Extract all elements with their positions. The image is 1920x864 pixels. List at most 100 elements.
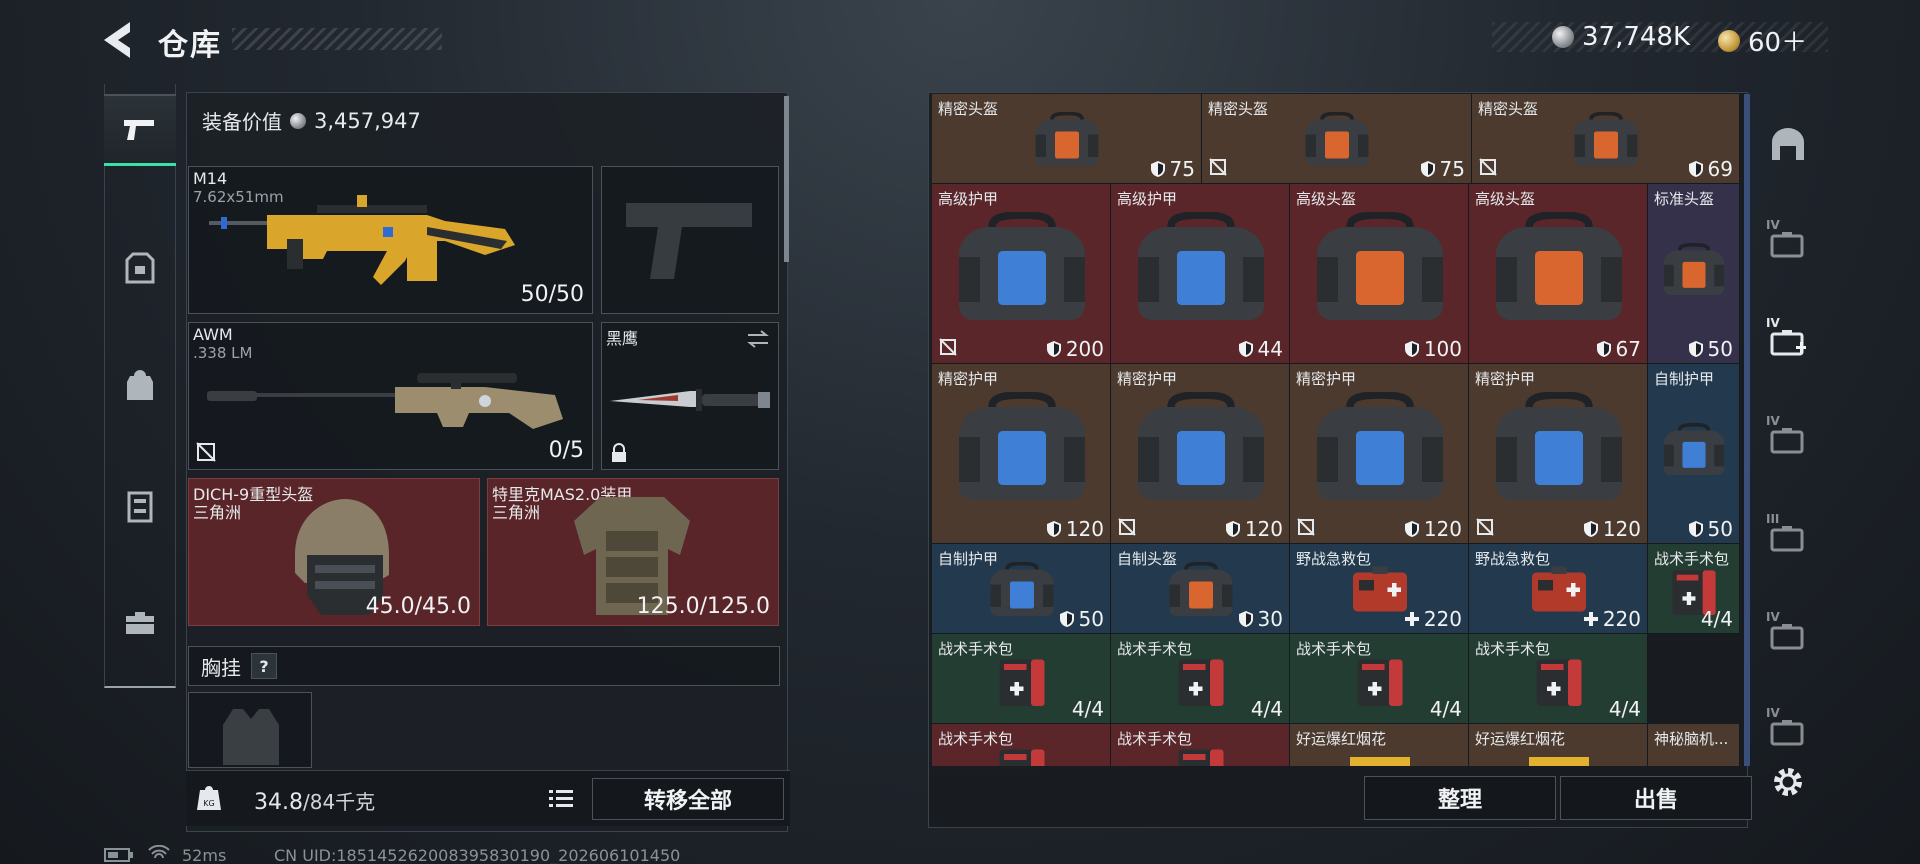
transfer-all-button[interactable]: 转移全部 <box>592 778 784 820</box>
sidebar-tab-armor[interactable] <box>104 232 176 304</box>
storage-item[interactable]: 战术手术包 4/4 <box>1111 634 1290 724</box>
back-button[interactable] <box>100 18 140 62</box>
right-tab-1[interactable]: IV <box>1762 214 1814 266</box>
secondary-weapon-slot[interactable]: AWM .338 LM 0/5 <box>188 322 593 470</box>
storage-item[interactable]: 精密护甲 120 <box>1290 364 1469 544</box>
item-value: 44 <box>1238 337 1283 361</box>
item-value-text: 69 <box>1707 157 1733 181</box>
gear-bag-icon <box>958 392 1085 500</box>
storage-item[interactable]: 高级护甲 200 <box>932 184 1111 364</box>
item-value-text: 4/4 <box>1429 697 1462 721</box>
storage-item[interactable]: 高级护甲 44 <box>1111 184 1290 364</box>
plus-icon <box>1404 612 1419 626</box>
storage-item[interactable]: 精密头盔 75 <box>932 94 1202 184</box>
armor-slot[interactable]: 特里克MAS2.0装甲 三角洲 125.0/125.0 <box>487 478 779 626</box>
equipment-value-amount: 3,457,947 <box>314 108 421 133</box>
gear-bag-icon <box>958 212 1085 320</box>
item-value-text: 220 <box>1423 607 1462 631</box>
item-value-text: 120 <box>1065 517 1104 541</box>
list-icon <box>549 790 573 807</box>
gear-bag-icon <box>1137 212 1264 320</box>
item-name: 精密护甲 <box>1475 370 1536 388</box>
sidebar-tab-container[interactable] <box>104 470 176 542</box>
sell-button[interactable]: 出售 <box>1560 776 1752 820</box>
unrepairable-icon <box>1209 158 1227 176</box>
chest-rig-slot[interactable] <box>188 692 312 768</box>
ping-readout: 52ms <box>182 846 227 864</box>
right-tab-2[interactable]: IV <box>1762 312 1814 364</box>
list-view-button[interactable] <box>544 784 578 814</box>
item-name: 高级护甲 <box>1117 190 1178 208</box>
storage-item[interactable]: 精密护甲 120 <box>932 364 1111 544</box>
storage-item[interactable]: 战术手术包 <box>932 724 1111 766</box>
swap-icon[interactable] <box>746 329 770 349</box>
pistol-silhouette-icon <box>626 203 752 279</box>
equipment-scrollbar[interactable] <box>784 96 789 262</box>
storage-item[interactable]: 精密头盔 69 <box>1472 94 1740 184</box>
tier-label: IV <box>1766 414 1780 428</box>
storage-item[interactable]: 野战急救包 220 <box>1290 544 1469 634</box>
melee-slot[interactable]: 黑鹰 <box>601 322 779 470</box>
pistol-slot[interactable] <box>601 166 779 314</box>
sidebar-tab-case[interactable] <box>104 586 176 658</box>
helmet-slot[interactable]: DICH-9重型头盔 三角洲 45.0/45.0 <box>188 478 480 626</box>
right-tab-4[interactable]: III <box>1762 508 1814 560</box>
item-value: 50 <box>1059 607 1104 631</box>
sidebar-tab-weapons[interactable] <box>104 94 176 166</box>
storage-item[interactable]: 战术手术包 4/4 <box>932 634 1111 724</box>
settings-button[interactable] <box>1762 756 1814 808</box>
storage-item[interactable]: 自制护甲 50 <box>932 544 1111 634</box>
item-value-text: 120 <box>1244 517 1283 541</box>
storage-item[interactable]: 精密头盔 75 <box>1202 94 1472 184</box>
item-value-text: 200 <box>1065 337 1104 361</box>
gear-bag-icon <box>1035 112 1099 166</box>
unrepairable-icon <box>1479 158 1497 176</box>
storage-item[interactable]: 野战急救包 220 <box>1469 544 1648 634</box>
shield-icon <box>1238 341 1253 357</box>
sort-button[interactable]: 整理 <box>1364 776 1556 820</box>
storage-item[interactable]: 精密护甲 120 <box>1469 364 1648 544</box>
storage-item[interactable]: 神秘脑机... <box>1648 724 1740 766</box>
safe-box-icon <box>127 491 153 523</box>
weight-current: 34.8 <box>254 790 303 815</box>
storage-item[interactable]: 战术手术包 4/4 <box>1290 634 1469 724</box>
help-button[interactable]: ? <box>251 653 277 679</box>
item-value: 120 <box>1404 517 1462 541</box>
item-value: 200 <box>1046 337 1104 361</box>
storage-item[interactable]: 战术手术包 4/4 <box>1469 634 1648 724</box>
item-value-text: 220 <box>1602 607 1641 631</box>
tier-label: IV <box>1766 316 1780 330</box>
right-tab-6[interactable]: IV <box>1762 702 1814 754</box>
surgery-kit-icon <box>1178 749 1223 766</box>
item-value: 100 <box>1404 337 1462 361</box>
sidebar-tab-backpack[interactable] <box>104 350 176 422</box>
shield-icon <box>1688 521 1703 537</box>
storage-item[interactable]: 自制护甲 50 <box>1648 364 1740 544</box>
storage-item[interactable]: 标准头盔 50 <box>1648 184 1740 364</box>
storage-scrollbar[interactable] <box>1744 94 1750 766</box>
item-value: 4/4 <box>1072 697 1104 721</box>
right-tab-storage[interactable] <box>1762 118 1814 170</box>
silver-currency[interactable]: 37,748K <box>1552 22 1690 52</box>
back-arrow-icon <box>104 22 130 58</box>
right-tab-5[interactable]: IV <box>1762 606 1814 658</box>
primary-weapon-slot[interactable]: M14 7.62x51mm 50/50 <box>188 166 593 314</box>
tier-label: III <box>1766 512 1780 526</box>
right-tab-3[interactable]: IV <box>1762 410 1814 462</box>
storage-item[interactable]: 战术手术包 4/4 <box>1648 544 1740 634</box>
storage-item[interactable]: 精密护甲 120 <box>1111 364 1290 544</box>
storage-item[interactable]: 好运爆红烟花 <box>1469 724 1648 766</box>
briefcase-icon <box>126 612 154 634</box>
storage-item[interactable]: 自制头盔 30 <box>1111 544 1290 634</box>
storage-item[interactable]: 高级头盔 67 <box>1469 184 1648 364</box>
storage-item[interactable]: 战术手术包 <box>1111 724 1290 766</box>
item-value-text: 44 <box>1257 337 1283 361</box>
gold-currency[interactable]: 60＋ <box>1718 22 1807 59</box>
storage-item[interactable]: 好运爆红烟花 <box>1290 724 1469 766</box>
shield-icon <box>1688 341 1703 357</box>
item-value-text: 30 <box>1257 607 1283 631</box>
storage-item[interactable]: 高级头盔 100 <box>1290 184 1469 364</box>
item-value: 4/4 <box>1701 607 1733 631</box>
gear-bag-icon <box>1495 392 1622 500</box>
equipment-value-label: 装备价值 <box>202 110 282 134</box>
